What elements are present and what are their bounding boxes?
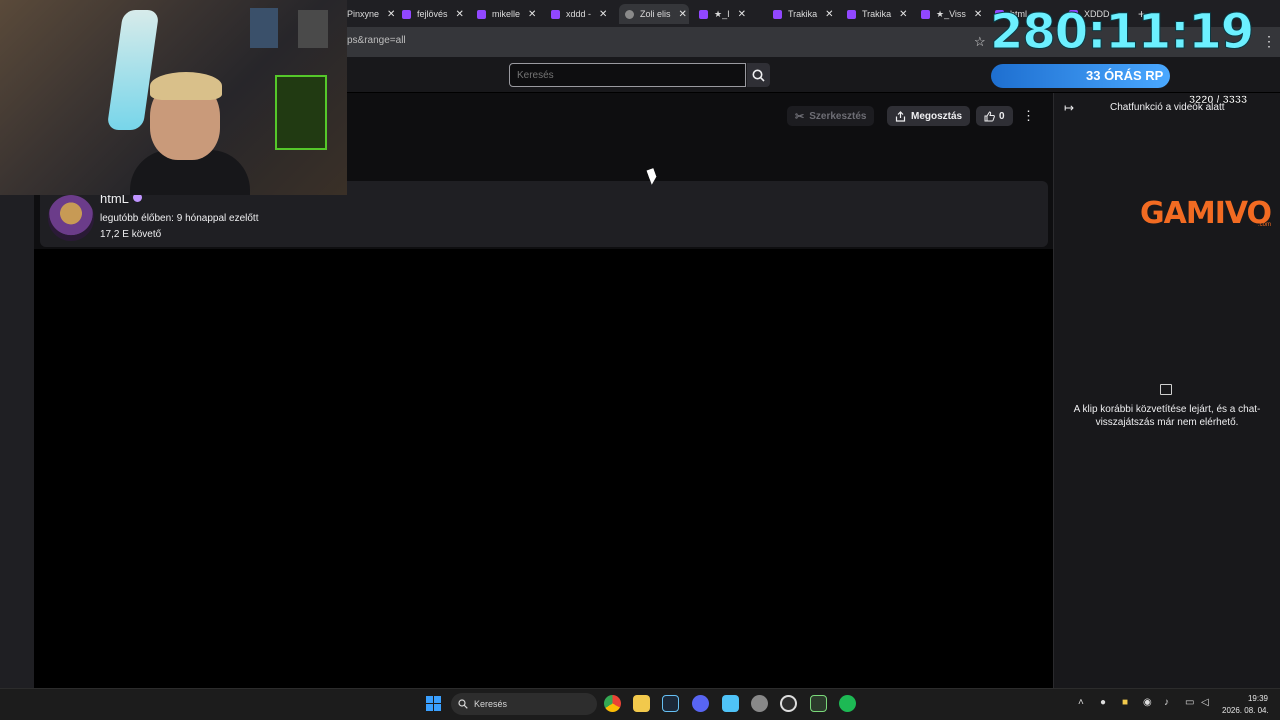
notepad-icon[interactable]: [722, 695, 739, 712]
twitch-favicon-icon: [402, 9, 411, 19]
close-tab-icon[interactable]: ✕: [899, 9, 907, 20]
subathon-timer: 280:11:19: [989, 4, 1254, 61]
microphone-icon[interactable]: ♪: [1164, 697, 1169, 708]
browser-menu-icon[interactable]: ⋮: [1262, 33, 1276, 50]
settings-icon[interactable]: [751, 695, 768, 712]
windows-start-icon[interactable]: [426, 696, 441, 711]
twitch-favicon-icon: [699, 9, 708, 19]
tray-discord-icon[interactable]: ◉: [1143, 697, 1152, 708]
like-count: 0: [999, 110, 1005, 122]
webcam-overlay: [0, 0, 347, 195]
collapse-chat-icon[interactable]: ↦: [1064, 101, 1074, 115]
browser-tab[interactable]: fejlövés ✕: [402, 4, 464, 24]
twitch-favicon-icon: [551, 9, 560, 19]
thumbs-up-icon: [984, 110, 995, 121]
close-tab-icon[interactable]: ✕: [825, 9, 833, 20]
twitch-favicon-icon: [773, 9, 782, 19]
tab-label: ★_I: [714, 8, 730, 19]
twitch-favicon-icon: [847, 9, 856, 19]
tab-label: Trakika: [862, 9, 892, 19]
twitch-favicon-icon: [477, 9, 486, 19]
url-text[interactable]: ps&range=all: [347, 35, 406, 46]
tray-overflow-icon[interactable]: ˄: [1078, 697, 1084, 708]
wall-poster: [298, 10, 328, 48]
last-live-text: legutóbb élőben: 9 hónappal ezelőtt: [100, 213, 259, 224]
display-shelf: [275, 75, 327, 150]
browser-tab[interactable]: xddd - ✕: [551, 4, 611, 24]
clip-favicon-icon: [625, 9, 634, 19]
taskbar-search-label: Keresés: [474, 699, 508, 709]
like-button[interactable]: 0: [976, 106, 1013, 126]
tab-label: ★_Viss: [936, 8, 966, 19]
logitech-icon[interactable]: [780, 695, 797, 712]
tab-label: xddd -: [566, 9, 592, 19]
close-tab-icon[interactable]: ✕: [528, 9, 536, 20]
spotify-icon[interactable]: [839, 695, 856, 712]
game-icon[interactable]: [810, 695, 827, 712]
browser-tab[interactable]: ★_I ✕: [699, 4, 759, 24]
tab-label: Trakika: [788, 9, 818, 19]
taskbar-search-box[interactable]: Keresés: [451, 693, 597, 715]
search-icon: [458, 699, 468, 709]
clock-date[interactable]: 2026. 08. 04.: [1222, 706, 1269, 715]
browser-tab[interactable]: mikelle ✕: [477, 4, 539, 24]
streamer-hair: [150, 72, 222, 100]
browser-tab-active[interactable]: Zoli elis ✕: [619, 4, 689, 24]
browser-tab[interactable]: Trakika ✕: [773, 4, 833, 24]
goal-counter: 3220 / 3333: [1189, 94, 1248, 106]
tab-label: fejlövés: [417, 9, 448, 19]
close-tab-icon[interactable]: ✕: [387, 9, 395, 20]
file-explorer-icon[interactable]: [633, 695, 650, 712]
browser-tab[interactable]: Trakika ✕: [847, 4, 907, 24]
scissors-icon: ✂: [795, 110, 805, 123]
tray-folder-icon[interactable]: ■: [1122, 697, 1128, 708]
close-tab-icon[interactable]: ✕: [679, 9, 687, 20]
sponsor-logo: GAMIVO: [1140, 196, 1272, 231]
browser-tab[interactable]: ★_Viss ✕: [921, 4, 981, 24]
sponsor-logo-suffix: .com: [1258, 222, 1272, 228]
avatar[interactable]: [48, 195, 94, 241]
twitch-favicon-icon: [921, 9, 930, 19]
follower-count: 17,2 E követő: [100, 229, 162, 240]
share-label: Megosztás: [911, 110, 963, 122]
clock-time[interactable]: 19:39: [1228, 694, 1268, 703]
video-player[interactable]: [34, 249, 1053, 688]
more-options-icon[interactable]: ⋮: [1022, 108, 1035, 124]
tab-label: Pinxyne: [347, 9, 380, 19]
browser-tab[interactable]: Pinxyne ✕: [347, 4, 399, 24]
close-tab-icon[interactable]: ✕: [974, 9, 981, 20]
chrome-icon[interactable]: [604, 695, 621, 712]
steam-icon[interactable]: [662, 695, 679, 712]
bookmark-star-icon[interactable]: ☆: [974, 34, 986, 50]
share-button[interactable]: Megosztás: [887, 106, 971, 126]
close-tab-icon[interactable]: ✕: [738, 9, 746, 20]
chat-replay-unavailable-message: A klip korábbi közvetítése lejárt, és a …: [1073, 404, 1261, 428]
search-input[interactable]: [509, 63, 746, 87]
volume-icon[interactable]: ◁: [1201, 697, 1209, 708]
subathon-label: 33 ÓRÁS RP: [1086, 68, 1164, 83]
network-icon[interactable]: ▭: [1185, 697, 1194, 708]
search-button[interactable]: [747, 63, 770, 87]
edit-clip-button[interactable]: ✂ Szerkesztés: [787, 106, 875, 126]
edit-label: Szerkesztés: [809, 110, 867, 122]
close-tab-icon[interactable]: ✕: [599, 9, 607, 20]
wall-poster: [250, 8, 278, 48]
tab-label: mikelle: [492, 9, 521, 19]
close-tab-icon[interactable]: ✕: [456, 9, 464, 20]
discord-icon[interactable]: [692, 695, 709, 712]
tray-steam-icon[interactable]: ●: [1100, 697, 1106, 708]
search-icon: [752, 69, 765, 82]
tab-label: Zoli elis: [640, 9, 671, 19]
share-icon: [895, 110, 906, 122]
clapperboard-icon: [1160, 384, 1172, 395]
